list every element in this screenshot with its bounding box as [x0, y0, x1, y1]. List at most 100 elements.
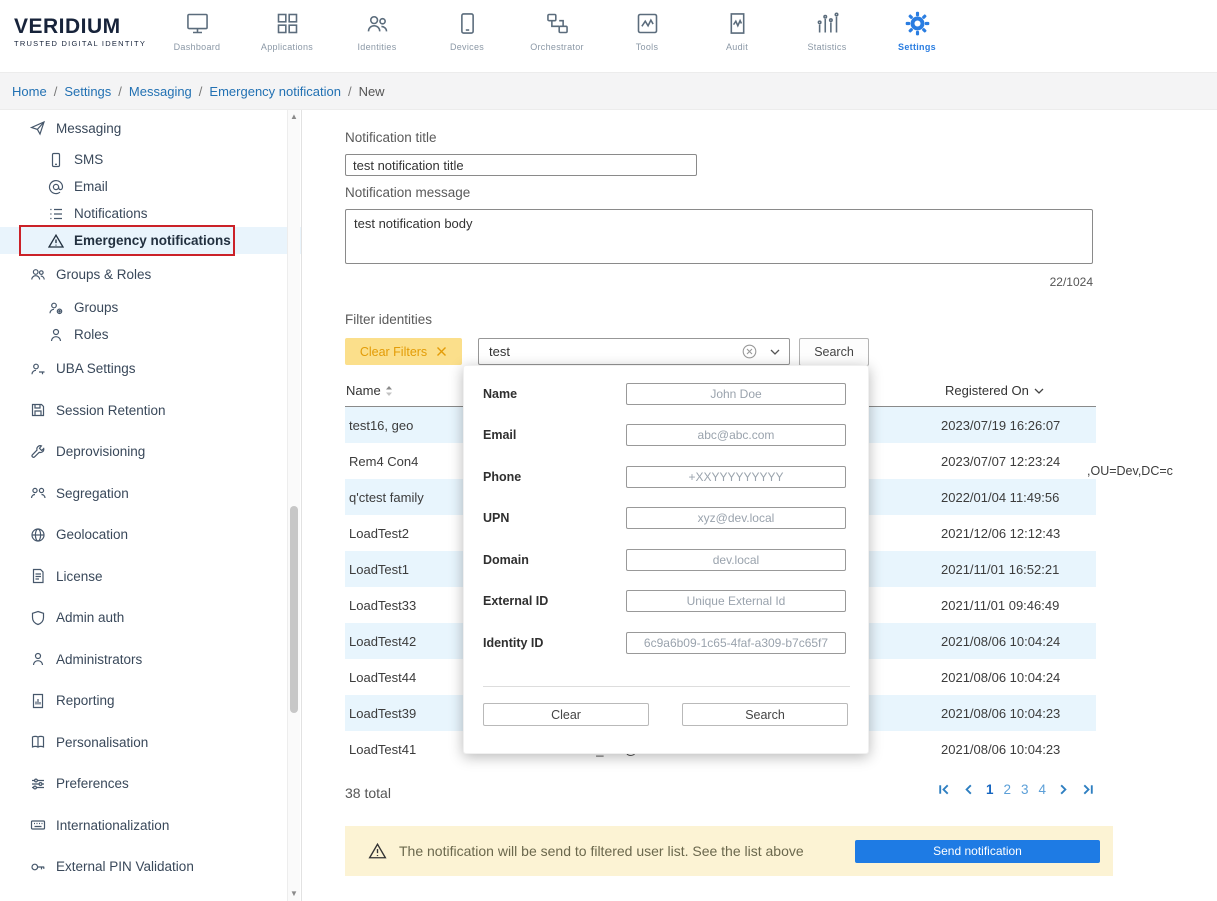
registered-on-column-header[interactable]: Registered On	[945, 383, 1044, 398]
panel-name-input[interactable]	[626, 383, 846, 405]
list-icon	[50, 208, 62, 219]
clear-circle-icon[interactable]	[742, 344, 757, 359]
page-number-2[interactable]: 2	[1003, 782, 1011, 797]
identity-registered: 2021/08/06 10:04:23	[941, 705, 1061, 721]
sidebar-item-license[interactable]: License	[0, 556, 301, 598]
notification-message-textarea[interactable]: test notification body	[345, 209, 1093, 264]
search-button[interactable]: Search	[799, 338, 869, 366]
nav-dashboard[interactable]: Dashboard	[152, 6, 242, 52]
nav-identities[interactable]: Identities	[332, 6, 422, 52]
notification-title-input[interactable]	[345, 154, 697, 176]
nav-orchestrator[interactable]: Orchestrator	[512, 6, 602, 52]
panel-identity-id-input[interactable]	[626, 632, 846, 654]
sidebar-item-external-pin-validation[interactable]: External PIN Validation	[0, 846, 301, 888]
nav-audit[interactable]: Audit	[692, 6, 782, 52]
veridium-logo[interactable]: VERIDIUM TRUSTED DIGITAL IDENTITY	[14, 16, 152, 49]
panel-divider	[483, 686, 850, 687]
sidebar-item-label: Messaging	[56, 120, 122, 136]
sidebar-item-internationalization[interactable]: Internationalization	[0, 805, 301, 847]
breadcrumb-messaging[interactable]: Messaging	[129, 84, 192, 99]
sidebar-item-messaging[interactable]: Messaging	[0, 110, 301, 146]
identity-registered: 2021/11/01 09:46:49	[941, 597, 1060, 613]
last-page-icon[interactable]	[1081, 782, 1096, 797]
panel-external-id-input[interactable]	[626, 590, 846, 612]
warning-icon	[48, 233, 64, 248]
breadcrumb-emergency-notification[interactable]: Emergency notification	[209, 84, 341, 99]
breadcrumb-separator: /	[118, 83, 122, 99]
name-column-header[interactable]: Name	[346, 383, 393, 398]
chevron-down-icon[interactable]	[770, 349, 780, 355]
panel-phone-input[interactable]	[626, 466, 846, 488]
page-number-3[interactable]: 3	[1021, 782, 1029, 797]
sidebar-item-label: Notifications	[74, 206, 148, 221]
nav-statistics[interactable]: Statistics	[782, 6, 872, 52]
panel-clear-button[interactable]: Clear	[483, 703, 649, 726]
identity-registered: 2023/07/19 16:26:07	[941, 417, 1061, 433]
breadcrumb-separator: /	[347, 83, 352, 99]
clear-filters-chip[interactable]: Clear Filters	[345, 338, 462, 365]
panel-upn-input[interactable]	[626, 507, 846, 529]
sidebar-item-geolocation[interactable]: Geolocation	[0, 514, 301, 556]
scrollbar-up-icon[interactable]: ▲	[288, 110, 300, 124]
scrollbar-thumb[interactable]	[290, 506, 298, 713]
identity-search-combobox	[478, 338, 790, 365]
settings-sidebar: Messaging SMS Email Notifications Emerge…	[0, 110, 302, 901]
nav-devices[interactable]: Devices	[422, 6, 512, 52]
sidebar-item-deprovisioning[interactable]: Deprovisioning	[0, 431, 301, 473]
nav-applications[interactable]: Applications	[242, 6, 332, 52]
logo-tagline: TRUSTED DIGITAL IDENTITY	[14, 39, 147, 48]
sidebar-item-reporting[interactable]: Reporting	[0, 680, 301, 722]
send-warning-banner: The notification will be send to filtere…	[345, 826, 1113, 876]
sidebar-item-emergency-notifications[interactable]: Emergency notifications	[0, 225, 301, 256]
veridium-admin-page: VERIDIUM TRUSTED DIGITAL IDENTITY Dashbo…	[0, 0, 1217, 901]
panel-identity-id-label: Identity ID	[483, 636, 544, 650]
sidebar-item-label: Deprovisioning	[56, 444, 146, 460]
nav-tools[interactable]: Tools	[602, 6, 692, 52]
filter-identities-label: Filter identities	[345, 312, 433, 327]
identity-search-input[interactable]	[479, 344, 742, 359]
sidebar-item-groups[interactable]: Groups	[0, 294, 301, 321]
prev-page-icon[interactable]	[961, 782, 976, 797]
sidebar-item-label: Reporting	[56, 693, 115, 709]
sidebar-item-uba-settings[interactable]: UBA Settings	[0, 348, 301, 390]
panel-email-input[interactable]	[626, 424, 846, 446]
sidebar-item-personalisation[interactable]: Personalisation	[0, 722, 301, 764]
close-icon[interactable]	[436, 346, 447, 357]
send-icon	[30, 120, 45, 136]
sort-icon	[385, 385, 392, 396]
sidebar-item-preferences[interactable]: Preferences	[0, 763, 301, 805]
identity-registered: 2022/01/04 11:49:56	[941, 489, 1060, 505]
identity-registered: 2021/12/06 12:12:43	[941, 525, 1061, 541]
send-notification-button[interactable]: Send notification	[855, 839, 1100, 863]
breadcrumb-new: New	[358, 83, 385, 99]
settings-icon	[905, 11, 929, 36]
identity-dn-fragment: ,OU=Dev,DC=c	[1087, 464, 1173, 478]
shield-icon	[31, 610, 45, 625]
people-split-icon	[30, 488, 46, 499]
nav-settings[interactable]: Settings	[872, 6, 962, 52]
panel-search-button[interactable]: Search	[682, 703, 848, 726]
audit-icon	[730, 13, 744, 34]
document-icon	[32, 569, 44, 584]
breadcrumb-settings[interactable]: Settings	[64, 84, 111, 99]
sidebar-item-notifications[interactable]: Notifications	[0, 200, 301, 227]
sidebar-item-sms[interactable]: SMS	[0, 146, 301, 173]
clear-filters-label: Clear Filters	[359, 344, 428, 359]
sidebar-item-roles[interactable]: Roles	[0, 321, 301, 348]
sidebar-item-label: Personalisation	[56, 734, 149, 750]
page-number-4[interactable]: 4	[1038, 782, 1046, 797]
sidebar-item-admin-auth[interactable]: Admin auth	[0, 597, 301, 639]
first-page-icon[interactable]	[936, 782, 951, 797]
sidebar-item-administrators[interactable]: Administrators	[0, 639, 301, 681]
sidebar-item-segregation[interactable]: Segregation	[0, 473, 301, 515]
sidebar-item-groups-roles[interactable]: Groups & Roles	[0, 254, 301, 294]
sidebar-item-session-retention[interactable]: Session Retention	[0, 390, 301, 432]
breadcrumb-home[interactable]: Home	[12, 84, 47, 99]
page-number-1[interactable]: 1	[986, 782, 994, 797]
sidebar-item-email[interactable]: Email	[0, 173, 301, 200]
at-icon	[48, 179, 64, 194]
scrollbar-down-icon[interactable]: ▼	[288, 887, 300, 901]
report-icon	[32, 693, 44, 708]
next-page-icon[interactable]	[1056, 782, 1071, 797]
panel-domain-input[interactable]	[626, 549, 846, 571]
